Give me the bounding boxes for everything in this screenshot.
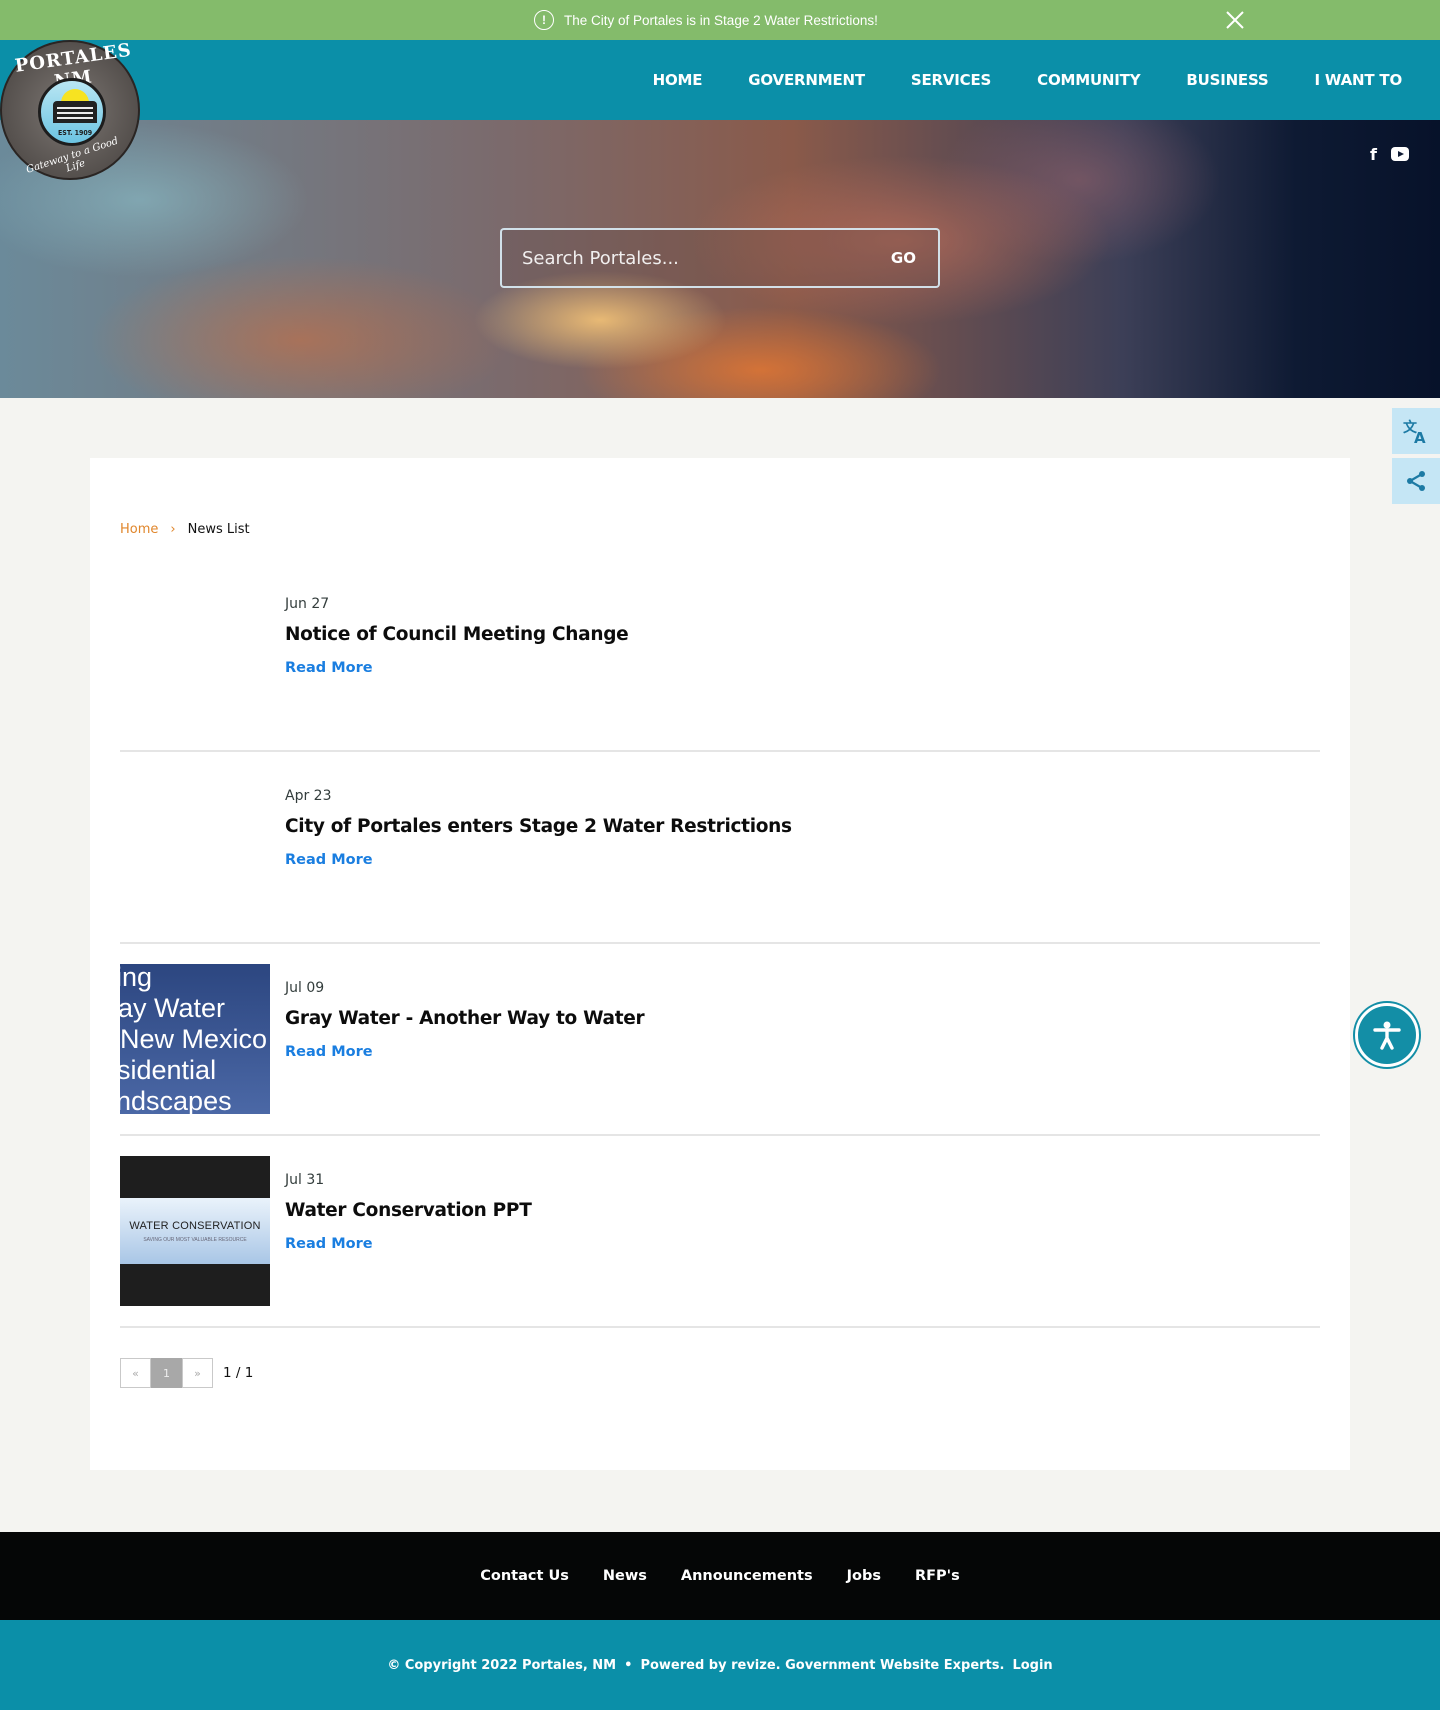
- hero-banner: f GO: [0, 120, 1440, 398]
- alert-message: The City of Portales is in Stage 2 Water…: [564, 12, 878, 28]
- read-more-link[interactable]: Read More: [285, 1044, 373, 1060]
- logo-established: EST. 1909: [58, 129, 93, 137]
- news-title[interactable]: Water Conservation PPT: [285, 1200, 532, 1221]
- nav-government[interactable]: GOVERNMENT: [748, 71, 865, 89]
- nav-i-want-to[interactable]: I WANT TO: [1315, 71, 1403, 89]
- copyright-text: © Copyright 2022 Portales, NM: [387, 1657, 617, 1673]
- thumbnail-text-line: ing: [120, 964, 153, 992]
- pagination-next[interactable]: »: [182, 1358, 213, 1388]
- thumbnail-slide-band: WATER CONSERVATION SAVING OUR MOST VALUA…: [120, 1198, 270, 1264]
- accessibility-icon: [1373, 1021, 1401, 1050]
- pagination-info: 1 / 1: [223, 1365, 254, 1381]
- translate-icon: 文 A: [1403, 419, 1426, 445]
- site-search: GO: [500, 228, 940, 288]
- footer-link-jobs[interactable]: Jobs: [847, 1568, 881, 1584]
- read-more-link[interactable]: Read More: [285, 1236, 373, 1252]
- footer-link-contact-us[interactable]: Contact Us: [480, 1568, 569, 1584]
- pagination: « 1 » 1 / 1: [120, 1358, 253, 1388]
- bench-icon: [53, 101, 97, 123]
- footer-links: Contact Us News Announcements Jobs RFP's: [0, 1532, 1440, 1620]
- facebook-icon[interactable]: f: [1370, 145, 1377, 164]
- footer-separator: •: [624, 1657, 633, 1673]
- nav-business[interactable]: BUSINESS: [1186, 71, 1268, 89]
- search-go-button[interactable]: GO: [891, 249, 916, 267]
- share-button[interactable]: [1392, 458, 1440, 504]
- share-icon: [1407, 471, 1425, 491]
- news-date: Jul 09: [285, 980, 325, 996]
- nav-services[interactable]: SERVICES: [911, 71, 991, 89]
- news-thumbnail[interactable]: WATER CONSERVATION SAVING OUR MOST VALUA…: [120, 1156, 270, 1306]
- main-navbar: HOME GOVERNMENT SERVICES COMMUNITY BUSIN…: [0, 40, 1440, 120]
- footer-copyright-bar: © Copyright 2022 Portales, NM • Powered …: [0, 1620, 1440, 1710]
- main-nav: HOME GOVERNMENT SERVICES COMMUNITY BUSIN…: [653, 40, 1403, 120]
- chevron-right-icon: ›: [170, 522, 176, 537]
- news-date: Jul 31: [285, 1172, 325, 1188]
- news-title[interactable]: Notice of Council Meeting Change: [285, 624, 629, 645]
- close-icon[interactable]: [1224, 9, 1246, 31]
- thumbnail-text-line: New Mexico: [120, 1024, 268, 1054]
- read-more-link[interactable]: Read More: [285, 852, 373, 868]
- pagination-prev[interactable]: «: [120, 1358, 151, 1388]
- news-item: ing ay Water New Mexico sidential ndscap…: [120, 944, 1320, 1136]
- breadcrumb-home[interactable]: Home: [120, 522, 158, 537]
- accessibility-button[interactable]: [1355, 1003, 1419, 1067]
- powered-by-link[interactable]: Powered by revize. Government Website Ex…: [640, 1658, 1004, 1673]
- thumbnail-title: WATER CONSERVATION: [129, 1219, 261, 1232]
- thumbnail-subtitle: SAVING OUR MOST VALUABLE RESOURCE: [143, 1236, 247, 1243]
- alert-banner: ! The City of Portales is in Stage 2 Wat…: [0, 0, 1440, 40]
- login-link[interactable]: Login: [1012, 1658, 1052, 1673]
- thumbnail-text-line: ndscapes: [120, 1086, 232, 1114]
- footer-link-announcements[interactable]: Announcements: [681, 1568, 813, 1584]
- news-list-card: Home › News List Jun 27 Notice of Counci…: [90, 458, 1350, 1470]
- nav-home[interactable]: HOME: [653, 71, 703, 89]
- social-links: f: [1370, 145, 1409, 164]
- news-title[interactable]: City of Portales enters Stage 2 Water Re…: [285, 816, 792, 837]
- breadcrumb-current: News List: [187, 522, 250, 537]
- footer-link-rfps[interactable]: RFP's: [915, 1568, 960, 1584]
- youtube-icon[interactable]: [1390, 147, 1409, 161]
- translate-button[interactable]: 文 A: [1392, 408, 1440, 454]
- pagination-page[interactable]: 1: [151, 1358, 182, 1388]
- news-date: Apr 23: [285, 788, 332, 804]
- site-logo[interactable]: PORTALES NM EST. 1909 Gateway to a Good …: [0, 40, 140, 180]
- news-item: WATER CONSERVATION SAVING OUR MOST VALUA…: [120, 1136, 1320, 1328]
- news-date: Jun 27: [285, 596, 330, 612]
- nav-community[interactable]: COMMUNITY: [1037, 71, 1140, 89]
- thumbnail-text-line: ay Water: [120, 993, 226, 1023]
- news-title[interactable]: Gray Water - Another Way to Water: [285, 1008, 645, 1029]
- exclamation-circle-icon: !: [534, 10, 554, 30]
- alert-content: ! The City of Portales is in Stage 2 Wat…: [534, 0, 878, 40]
- footer-link-news[interactable]: News: [603, 1568, 647, 1584]
- logo-emblem: EST. 1909: [38, 78, 106, 146]
- search-input[interactable]: [502, 247, 891, 269]
- news-item: Jun 27 Notice of Council Meeting Change …: [120, 560, 1320, 752]
- svg-text:A: A: [1414, 429, 1426, 445]
- news-item: Apr 23 City of Portales enters Stage 2 W…: [120, 752, 1320, 944]
- read-more-link[interactable]: Read More: [285, 660, 373, 676]
- news-thumbnail[interactable]: ing ay Water New Mexico sidential ndscap…: [120, 964, 270, 1114]
- thumbnail-text-line: sidential: [120, 1055, 217, 1085]
- breadcrumb: Home › News List: [120, 522, 250, 537]
